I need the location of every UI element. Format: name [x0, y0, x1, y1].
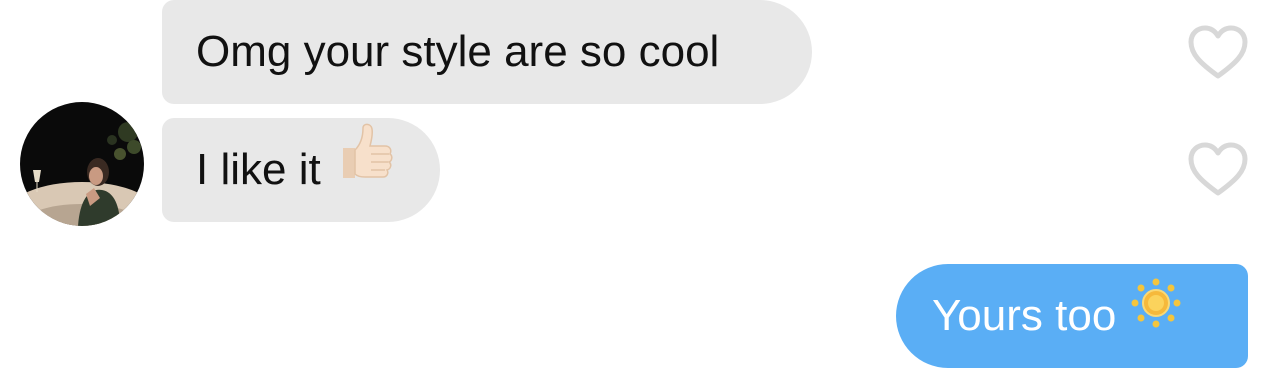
message-text: Yours too	[932, 291, 1117, 340]
message-bubble-outgoing[interactable]: Yours too	[896, 264, 1248, 368]
heart-icon[interactable]	[1188, 142, 1248, 198]
sun-emoji-icon	[1131, 262, 1181, 366]
message-text: Omg your style are so cool	[196, 27, 720, 76]
contact-avatar[interactable]	[20, 102, 144, 226]
avatar-photo	[20, 102, 144, 226]
heart-icon[interactable]	[1188, 25, 1248, 81]
thumbs-up-emoji-icon	[335, 116, 393, 220]
message-bubble-incoming[interactable]: Omg your style are so cool	[162, 0, 812, 104]
message-text: I like it	[196, 145, 321, 194]
message-bubble-incoming[interactable]: I like it	[162, 118, 440, 222]
